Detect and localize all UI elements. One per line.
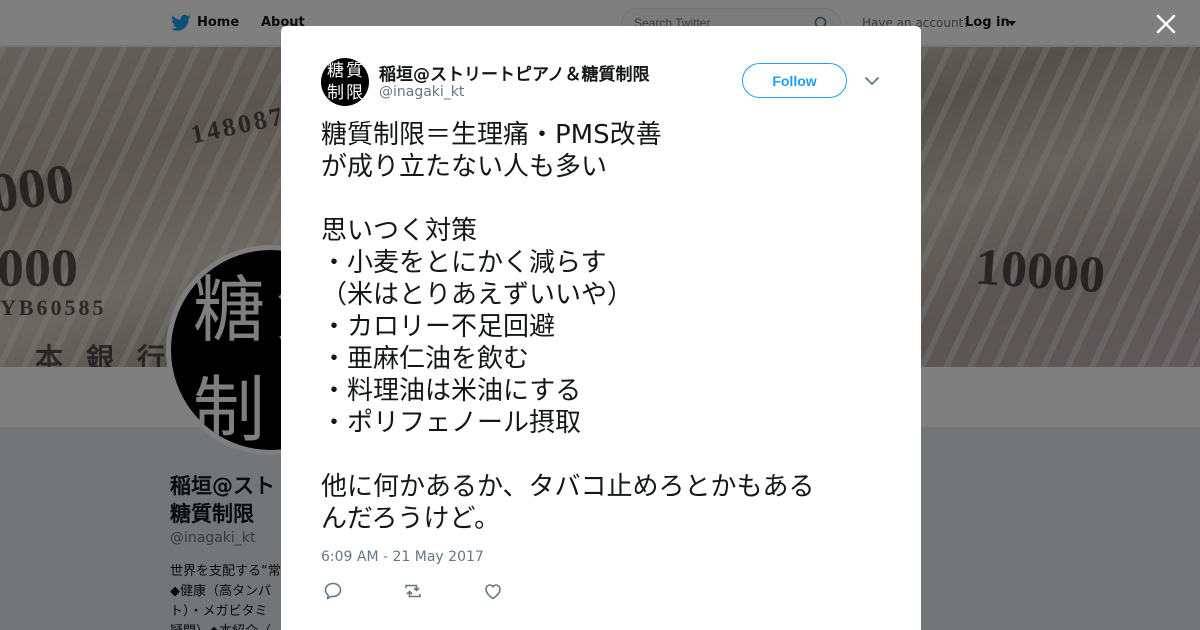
avatar-glyph: 制 <box>327 83 344 103</box>
tweet-text-line <box>321 439 881 471</box>
close-icon[interactable] <box>1150 8 1182 40</box>
tweet-text-line: ・料理油は米油にする <box>321 376 582 406</box>
tweet-timestamp[interactable]: 6:09 AM - 21 May 2017 <box>321 549 484 565</box>
retweet-icon[interactable] <box>401 579 425 603</box>
tweet-text-line: ・ポリフェノール摂取 <box>321 408 582 438</box>
chevron-down-icon[interactable] <box>863 75 881 87</box>
tweet-text-line: が成り立たない人も多い <box>321 152 608 182</box>
reply-icon[interactable] <box>321 579 345 603</box>
tweet-text-line: ・カロリー不足回避 <box>321 312 556 342</box>
tweet-text-line: ・小麦をとにかく減らす <box>321 248 607 278</box>
avatar-glyph: 質 <box>346 61 363 81</box>
tweet-author-name[interactable]: 稲垣@ストリートピアノ＆糖質制限 <box>379 60 649 85</box>
tweet-text-line: 糖質制限＝生理痛・PMS改善 <box>321 120 662 150</box>
avatar-glyph: 限 <box>346 83 363 103</box>
tweet-modal: 糖 質 制 限 稲垣@ストリートピアノ＆糖質制限 @inagaki_kt Fol… <box>281 26 921 630</box>
tweet-text: 糖質制限＝生理痛・PMS改善 が成り立たない人も多い 思いつく対策 ・小麦をとに… <box>321 119 881 535</box>
tweet-text-line: 他に何かあるか、タバコ止めろとかもある <box>321 472 815 502</box>
heart-icon[interactable] <box>481 579 505 603</box>
tweet-author-avatar[interactable]: 糖 質 制 限 <box>321 58 369 106</box>
tweet-text-line <box>321 183 881 215</box>
tweet-author-handle[interactable]: @inagaki_kt <box>379 84 464 100</box>
follow-button[interactable]: Follow <box>742 63 847 98</box>
tweet-text-line: んだろうけど。 <box>321 504 501 534</box>
tweet-text-line: 思いつく対策 <box>321 216 478 246</box>
tweet-text-line: ・亜麻仁油を飲む <box>321 344 530 374</box>
tweet-text-line: （米はとりあえずいいや） <box>321 280 634 310</box>
avatar-glyph: 糖 <box>327 61 344 81</box>
